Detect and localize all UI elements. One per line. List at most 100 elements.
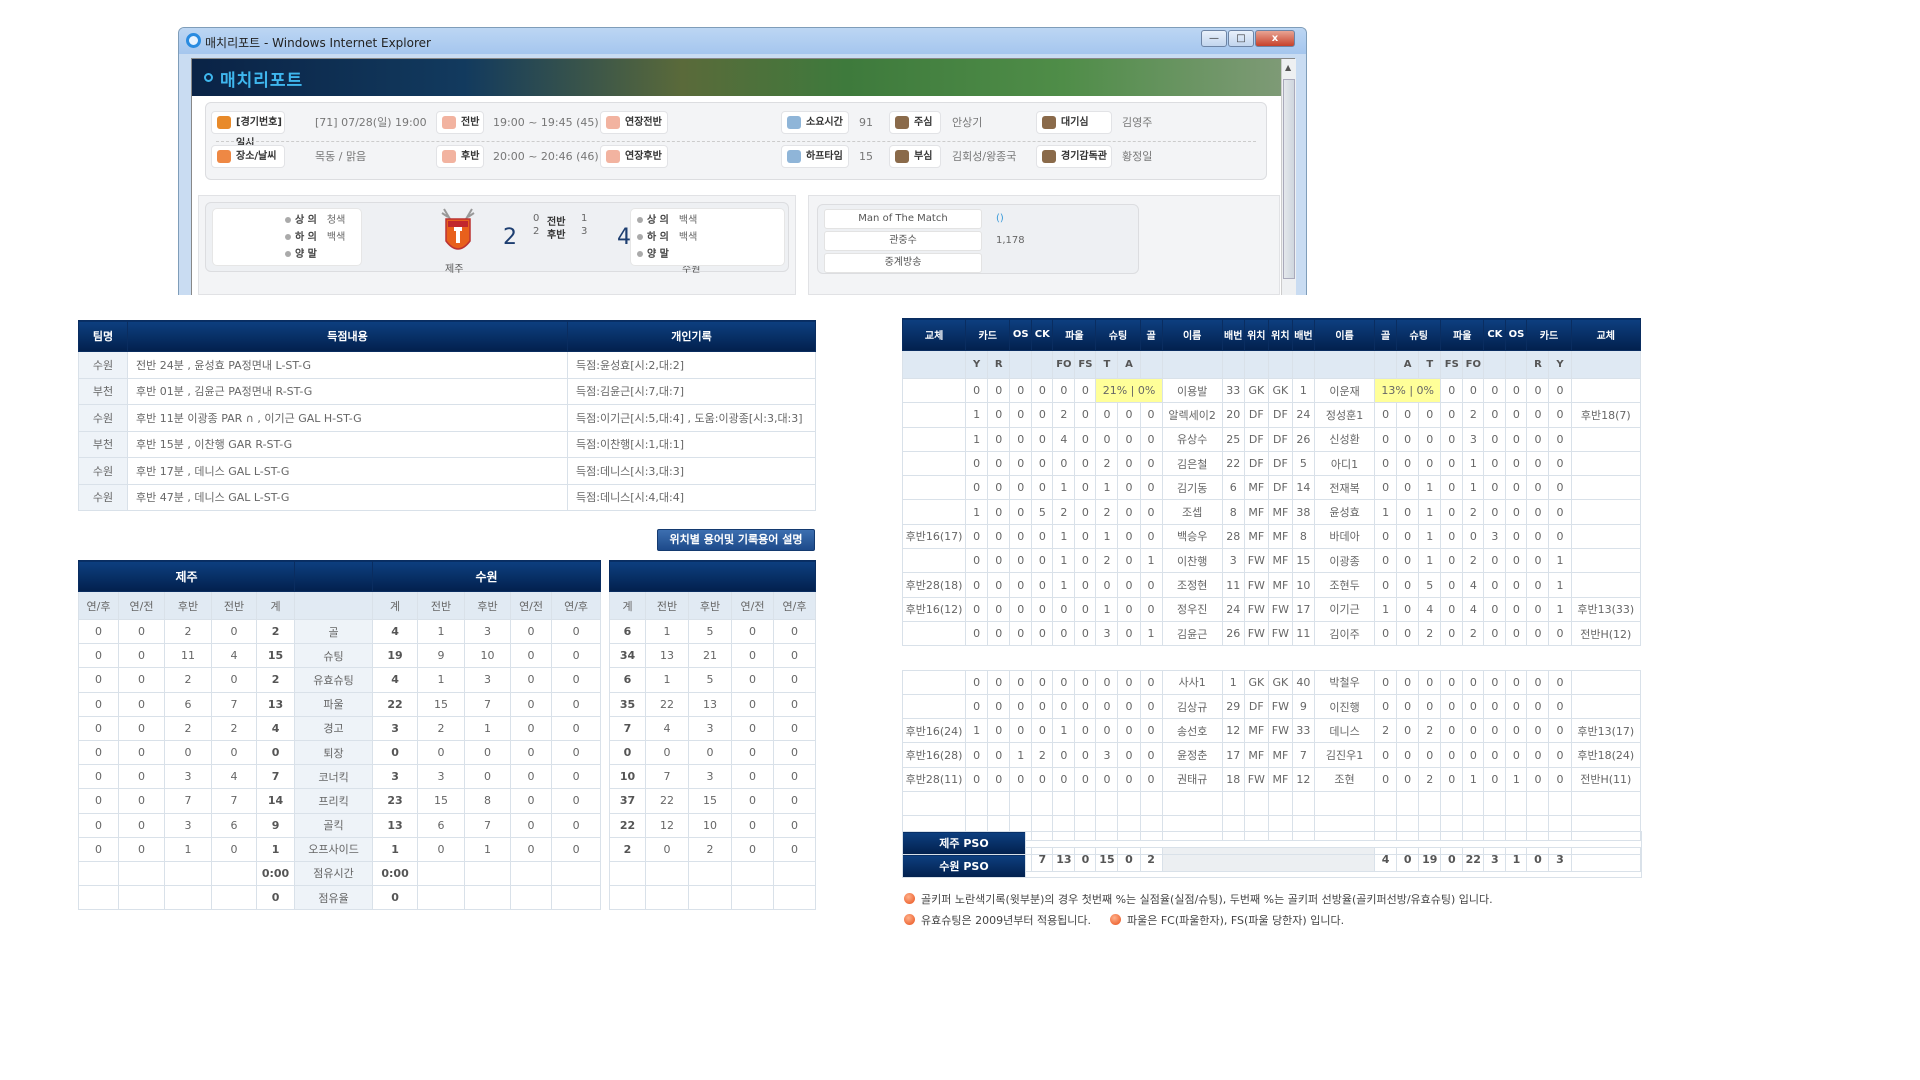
home-player-position: MF [1243, 475, 1269, 501]
tag-icon [606, 116, 620, 129]
goal-team: 수원 [78, 483, 128, 511]
away-player-shots: 4 [1418, 596, 1442, 622]
home-player-yellow: 0 [965, 523, 989, 550]
away-stat-value: 15 [417, 788, 466, 814]
combined-stat-row: 37 22 15 0 0 [609, 788, 817, 814]
home-stat-value: 13 [255, 691, 296, 717]
away-stat-value: 4 [372, 618, 419, 645]
home-first-half-score: 0 [533, 213, 540, 224]
terms-explanation-button[interactable]: 위치별 용어및 기록용어 설명 [657, 529, 815, 551]
minimize-button[interactable]: — [1201, 30, 1227, 47]
home-player-yellow: 0 [965, 450, 989, 477]
player-subheader: FO [1462, 350, 1485, 379]
away-stat-value: 0 [372, 739, 419, 766]
away-stat-value: 0 [551, 764, 602, 790]
home-stat-value: 4 [211, 643, 257, 669]
home-player-shots: 0 [1095, 766, 1119, 793]
home-player-corner: 0 [1031, 402, 1054, 428]
combined-stat-value: 0 [772, 667, 817, 693]
away-pso-label: 수원 PSO [902, 854, 1026, 878]
player-row: 후반16(17) 0 0 0 0 1 0 1 0 0 백승우 28 MF MF 8 바데아 0 0 1 0 0 3 0 0 0 [901, 523, 1642, 550]
away-player-foul-committed: 4 [1462, 572, 1485, 598]
maximize-button[interactable]: □ [1228, 30, 1254, 47]
close-button[interactable]: x [1255, 30, 1295, 47]
away-player-number: 17 [1291, 596, 1315, 622]
home-stat-value: 11 [164, 643, 212, 669]
combined-stat-row [609, 885, 817, 911]
home-stat-value: 2 [211, 715, 257, 741]
total-col-header: 계 [609, 591, 646, 620]
person-icon [1042, 150, 1056, 163]
away-player-red: 0 [1526, 742, 1550, 768]
home-player-assists: 0 [1117, 596, 1141, 622]
goal-record: 득점:이찬행[시:1,대:1] [567, 430, 816, 458]
scroll-up-arrow-icon[interactable]: ▲ [1285, 63, 1291, 72]
away-col-header: 전반 [417, 591, 466, 620]
home-player-name: 조셉 [1161, 499, 1223, 525]
away-player-red: 0 [1526, 766, 1550, 793]
away-stat-value: 2 [417, 715, 466, 741]
combined-stat-value: 7 [645, 764, 689, 790]
combined-stat-value [688, 885, 732, 911]
player-row: 0 0 0 0 0 0 3 0 1 김윤근 26 FW FW 11 김이주 0 0 2 0 2 0 0 0 0 전반H(12) [901, 620, 1642, 647]
home-player-name: 알렉세이2 [1161, 402, 1223, 428]
player-col-header: CK [1483, 318, 1507, 351]
home-player-foul-suffered: 0 [1074, 572, 1097, 598]
home-stat-value: 3 [164, 812, 212, 838]
combined-stat-value: 2 [609, 836, 646, 862]
scrollbar-thumb[interactable] [1283, 79, 1295, 279]
uniform-value: 백색 [678, 232, 698, 243]
player-subheader [1374, 350, 1398, 379]
home-player-yellow: 1 [965, 718, 989, 744]
player-subheader [1031, 350, 1054, 379]
away-player-red: 0 [1526, 718, 1550, 744]
home-stat-value [118, 860, 165, 887]
man-of-the-match-link[interactable]: () [996, 209, 1004, 229]
home-stat-value: 7 [211, 691, 257, 717]
away-player-goals: 0 [1374, 669, 1398, 695]
home-player-name: 사사1 [1161, 669, 1223, 695]
away-player-offside: 0 [1505, 450, 1528, 477]
home-stat-value: 0 [78, 836, 119, 862]
vertical-scrollbar[interactable]: ▲ [1281, 59, 1296, 295]
home-player-position: FW [1243, 596, 1269, 622]
home-player-sub [901, 426, 967, 452]
away-stat-value: 0 [551, 836, 602, 862]
away-player-foul-committed: 1 [1462, 475, 1485, 501]
away-stat-value: 3 [372, 715, 419, 741]
away-player-number: 9 [1291, 693, 1315, 720]
combined-stat-value: 0 [772, 764, 817, 790]
info-value-row1-1: 19:00 ~ 19:45 (45) [493, 116, 599, 129]
away-player-yellow: 0 [1548, 450, 1572, 477]
away-player-offside: 0 [1505, 426, 1528, 452]
player-row: 후반28(18) 0 0 0 0 1 0 0 0 0 조정현 11 FW MF 10 조현두 0 0 5 0 4 0 0 0 1 [901, 572, 1642, 598]
away-player-assists: 0 [1396, 596, 1420, 622]
goal-team: 부천 [78, 430, 128, 458]
away-player-number: 10 [1291, 572, 1315, 598]
home-stat-value: 0 [118, 643, 165, 669]
home-player-yellow: 0 [965, 572, 989, 598]
away-player-yellow: 0 [1548, 402, 1572, 428]
combined-stat-value: 0 [731, 618, 774, 645]
label-col-header [294, 591, 374, 620]
goal-details-table: 팀명 득점내용 개인기록 수원 전반 24분 , 윤성효 PA정면내 L-ST-G… [78, 320, 816, 511]
combined-stat-value [731, 885, 774, 911]
goal-row: 부천 후반 15분 , 이찬행 GAR R-ST-G 득점:이찬행[시:1,대:1] [78, 430, 816, 458]
total-col-header: 연/전 [731, 591, 774, 620]
away-player-foul-suffered: 0 [1440, 426, 1464, 452]
uniform-label: 양 말 [295, 249, 317, 260]
calendar-icon [217, 116, 231, 129]
home-player-corner: 0 [1031, 426, 1054, 452]
away-player-foul-committed: 2 [1462, 548, 1485, 574]
away-player-name: 데니스 [1313, 718, 1376, 744]
away-stat-value: 23 [372, 788, 419, 814]
away-stat-value: 22 [372, 691, 419, 717]
combined-stat-value [645, 885, 689, 911]
away-player-sub [1570, 475, 1642, 501]
combined-stat-row: 61500 [609, 667, 817, 693]
home-player-assists: 0 [1117, 693, 1141, 720]
home-player-offside: 0 [1009, 450, 1033, 477]
home-uniform-box: 상 의 청색 하 의 백색 양 말 [212, 208, 362, 266]
away-player-corner: 0 [1483, 548, 1507, 574]
home-player-assists: 0 [1117, 620, 1141, 647]
